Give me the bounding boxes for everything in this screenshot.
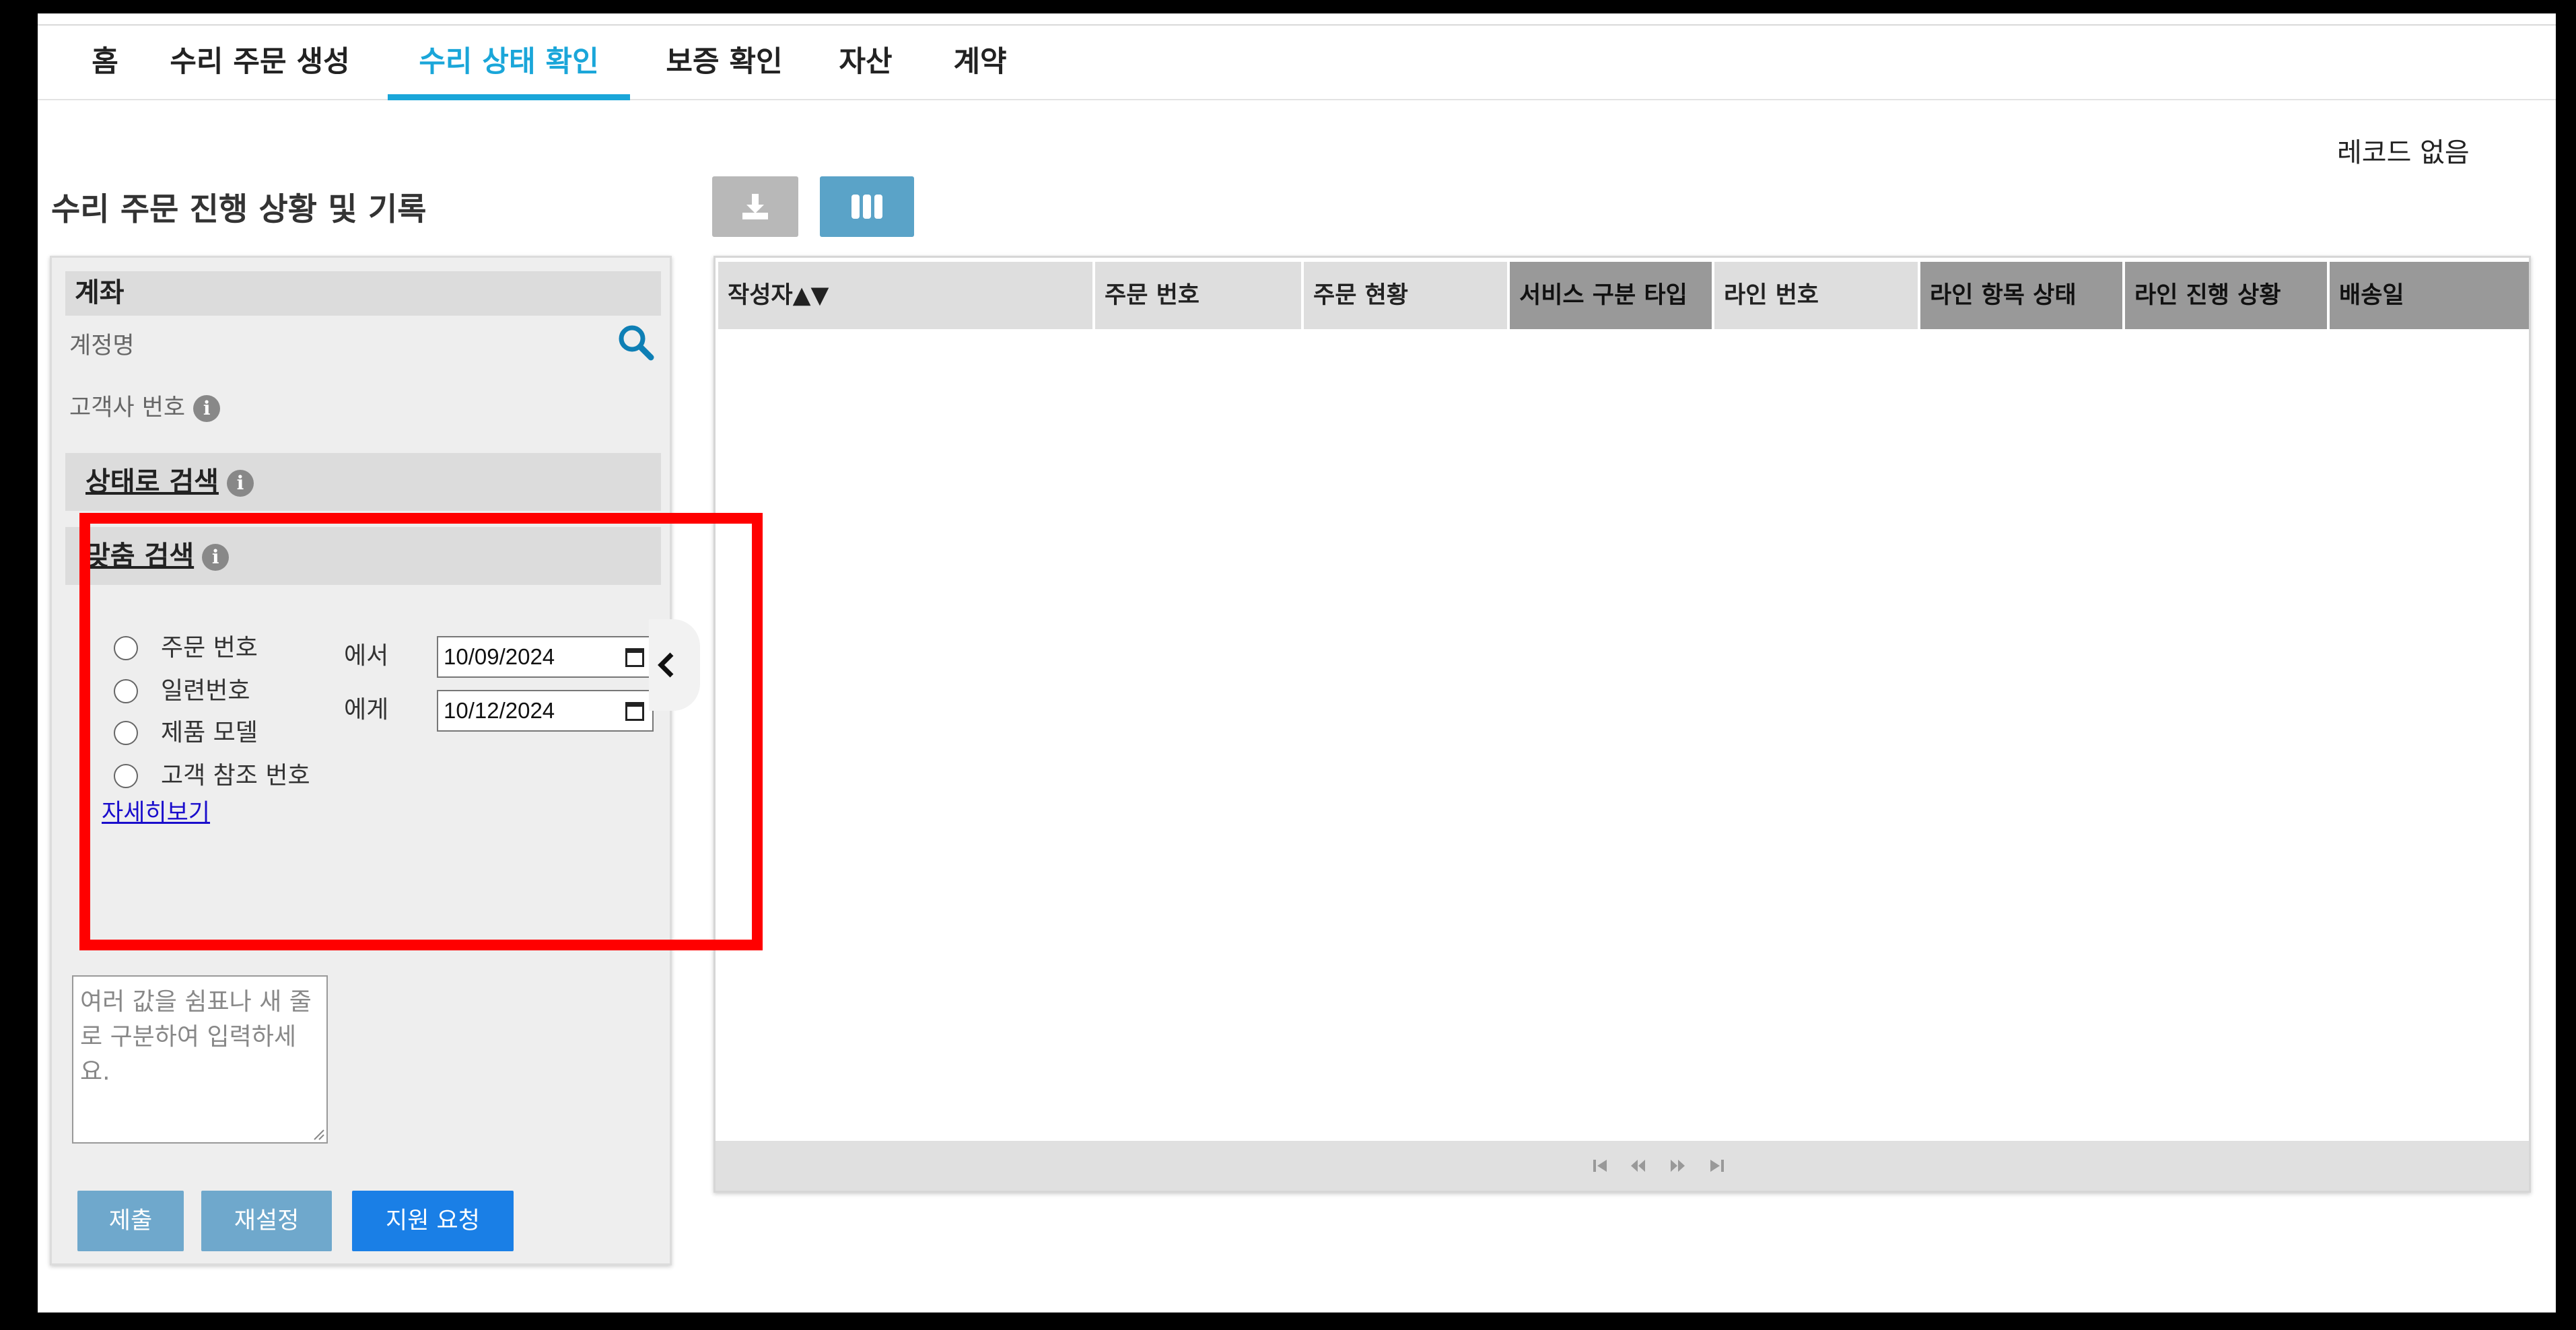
from-date-input[interactable]: 10/09/2024 (437, 636, 654, 678)
radio-label: 제품 모델 (161, 719, 258, 746)
info-icon[interactable]: i (193, 395, 221, 422)
tab-contracts[interactable]: 계약 (943, 26, 1017, 100)
textarea-placeholder: 여러 값을 쉼표나 새 줄로 구분하여 입력하세요. (80, 988, 312, 1086)
download-button[interactable] (712, 176, 798, 237)
radio-button[interactable] (114, 764, 138, 788)
radio-label: 일련번호 (161, 677, 250, 705)
radio-label: 고객 참조 번호 (161, 762, 310, 790)
radio-label: 주문 번호 (161, 634, 258, 662)
submit-button[interactable]: 제출 (77, 1191, 184, 1251)
radio-button[interactable] (114, 679, 138, 703)
chevron-left-icon (658, 652, 674, 678)
tab-warranty-check[interactable]: 보증 확인 (643, 26, 805, 100)
last-page-icon[interactable] (1709, 1158, 1725, 1173)
columns-button[interactable] (820, 176, 914, 237)
to-date-label: 에게 (344, 696, 389, 724)
custom-search-label[interactable]: 맞춤 검색 (75, 540, 194, 571)
resize-handle-icon[interactable] (310, 1126, 325, 1141)
radio-button[interactable] (114, 721, 138, 745)
app-window: 홈 수리 주문 생성 수리 상태 확인 보증 확인 자산 계약 레코드 없음 수… (38, 13, 2556, 1312)
to-date-input[interactable]: 10/12/2024 (437, 690, 654, 732)
customer-number-label: 고객사 번호 (69, 394, 186, 421)
account-name-label: 계정명 (69, 332, 135, 359)
tab-create-repair-order[interactable]: 수리 주문 생성 (159, 26, 361, 100)
column-header-order-number[interactable]: 주문 번호 (1095, 262, 1301, 329)
search-panel: 계좌 계정명 고객사 번호 i 상태로 검색 i 맞춤 검색 i 주문 번호 일련번호… (50, 256, 672, 1265)
from-date-label: 에서 (344, 642, 389, 670)
radio-button[interactable] (114, 636, 138, 660)
multi-value-textarea[interactable]: 여러 값을 쉼표나 새 줄로 구분하여 입력하세요. (72, 975, 328, 1144)
column-header-creator[interactable]: 작성자▲▼ (718, 262, 1092, 329)
first-page-icon[interactable] (1592, 1158, 1608, 1173)
support-request-button[interactable]: 지원 요청 (352, 1191, 514, 1251)
customer-number-field: 고객사 번호 i (69, 388, 221, 423)
column-header-line-progress[interactable]: 라인 진행 상황 (2125, 262, 2327, 329)
results-grid: 작성자▲▼ 주문 번호 주문 현황 서비스 구분 타입 라인 번호 라인 항목 … (713, 256, 2531, 1193)
column-header-line-number[interactable]: 라인 번호 (1714, 262, 1918, 329)
grid-header: 작성자▲▼ 주문 번호 주문 현황 서비스 구분 타입 라인 번호 라인 항목 … (718, 262, 2529, 329)
previous-page-icon[interactable] (1630, 1158, 1646, 1173)
from-date-value: 10/09/2024 (444, 644, 555, 669)
account-header-label: 계좌 (75, 277, 125, 308)
download-icon (742, 194, 768, 219)
next-page-icon[interactable] (1670, 1158, 1686, 1173)
column-header-order-status[interactable]: 주문 현황 (1304, 262, 1507, 329)
column-header-delivery-date[interactable]: 배송일 (2330, 262, 2529, 329)
column-header-line-item-status[interactable]: 라인 항목 상태 (1920, 262, 2122, 329)
to-date-value: 10/12/2024 (444, 698, 555, 723)
collapse-panel-button[interactable] (649, 619, 700, 711)
page-title: 수리 주문 진행 상황 및 기록 (51, 191, 427, 228)
account-section-header: 계좌 (65, 271, 661, 316)
status-search-label[interactable]: 상태로 검색 (75, 466, 219, 497)
column-header-service-type[interactable]: 서비스 구분 타입 (1510, 262, 1712, 329)
top-navigation: 홈 수리 주문 생성 수리 상태 확인 보증 확인 자산 계약 (38, 24, 2556, 100)
custom-search-header[interactable]: 맞춤 검색 i (65, 527, 661, 585)
reset-button[interactable]: 재설정 (201, 1191, 332, 1251)
tab-repair-status[interactable]: 수리 상태 확인 (388, 26, 630, 100)
more-details-link[interactable]: 자세히보기 (102, 794, 210, 828)
status-search-header[interactable]: 상태로 검색 i (65, 453, 661, 511)
calendar-icon[interactable] (625, 648, 644, 667)
tab-assets[interactable]: 자산 (829, 26, 903, 100)
info-icon[interactable]: i (226, 470, 254, 497)
record-count: 레코드 없음 (2337, 137, 2470, 168)
calendar-icon[interactable] (625, 702, 644, 721)
columns-icon (851, 195, 882, 219)
grid-pagination (716, 1141, 2529, 1191)
search-icon[interactable] (616, 322, 656, 363)
info-icon[interactable]: i (202, 544, 230, 571)
tab-home[interactable]: 홈 (78, 26, 132, 100)
